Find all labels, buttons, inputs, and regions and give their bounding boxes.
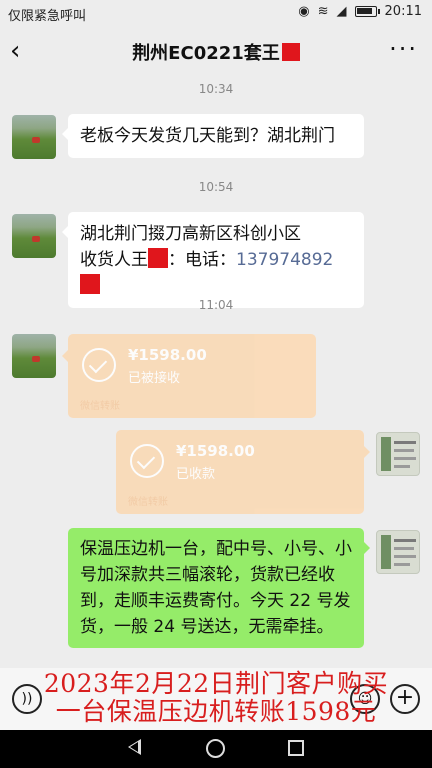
transfer-status: 已被接收	[128, 371, 181, 386]
chat-title: 荆州EC0221套王	[0, 39, 432, 65]
my-avatar[interactable]	[376, 432, 420, 476]
my-avatar[interactable]	[376, 530, 420, 574]
caption-overlay: 2023年2月22日荆门客户购买 一台保温压边机转账1598元	[0, 670, 432, 726]
status-time: 20:11	[384, 4, 422, 19]
check-icon	[130, 444, 164, 478]
contact-avatar[interactable]	[12, 115, 56, 159]
status-right: ◉ ≋ ◢ 20:11	[298, 4, 422, 19]
nav-home-icon[interactable]	[206, 739, 225, 758]
transfer-status: 已收款	[176, 467, 216, 482]
redaction-box	[148, 248, 168, 268]
battery-icon	[354, 6, 380, 17]
check-icon	[82, 348, 116, 382]
transfer-amount: ¥1598.00	[176, 442, 255, 460]
chat-header: ‹ 荆州EC0221套王 ···	[0, 26, 432, 76]
redaction-box	[281, 43, 300, 61]
transfer-footer: 微信转账	[80, 401, 120, 412]
signal-icon: ◢	[336, 4, 347, 19]
nav-recent-icon[interactable]	[288, 740, 304, 756]
transfer-amount: ¥1598.00	[128, 346, 207, 364]
timestamp: 11:04	[198, 298, 234, 312]
status-bar: 仅限紧急呼叫 ◉ ≋ ◢ 20:11	[0, 0, 432, 26]
more-options-icon[interactable]: ···	[389, 36, 418, 62]
caption-line-2: 一台保温压边机转账1598元	[55, 697, 377, 726]
transfer-footer: 微信转账	[128, 497, 168, 508]
timestamp: 10:34	[198, 82, 234, 96]
transfer-card[interactable]: ¥1598.00 已收款 微信转账	[116, 430, 370, 514]
message-bubble[interactable]: 老板今天发货几天能到？湖北荆门	[62, 114, 364, 158]
status-carrier-text: 仅限紧急呼叫	[8, 9, 87, 24]
phone-number[interactable]: 137974892	[236, 250, 333, 270]
message-bubble[interactable]: 湖北荆门掇刀高新区科创小区 收货人王 ：电话：137974892	[62, 212, 364, 308]
contact-avatar[interactable]	[12, 214, 56, 258]
receiver-phone-label: ：电话：	[168, 250, 236, 270]
message-bubble[interactable]: 保温压边机一台，配中号、小号、小号加深款共三幅滚轮，货款已经收到，走顺丰运费寄付…	[68, 528, 370, 648]
timestamp: 10:54	[198, 180, 234, 194]
caption-line-1: 2023年2月22日荆门客户购买	[43, 669, 389, 698]
receiver-line: 收货人王 ：电话：137974892	[80, 247, 352, 299]
receiver-prefix: 收货人王	[80, 250, 148, 270]
nav-back-icon[interactable]	[128, 739, 141, 755]
contact-avatar[interactable]	[12, 334, 56, 378]
wifi-icon: ≋	[317, 4, 329, 19]
system-nav-bar	[0, 730, 432, 768]
transfer-card[interactable]: ¥1598.00 已被接收 微信转账	[62, 334, 316, 418]
chat-title-text: 荆州EC0221套王	[132, 43, 280, 64]
eye-icon: ◉	[298, 4, 310, 19]
address-line: 湖北荆门掇刀高新区科创小区	[80, 224, 301, 244]
redaction-box	[80, 274, 100, 294]
